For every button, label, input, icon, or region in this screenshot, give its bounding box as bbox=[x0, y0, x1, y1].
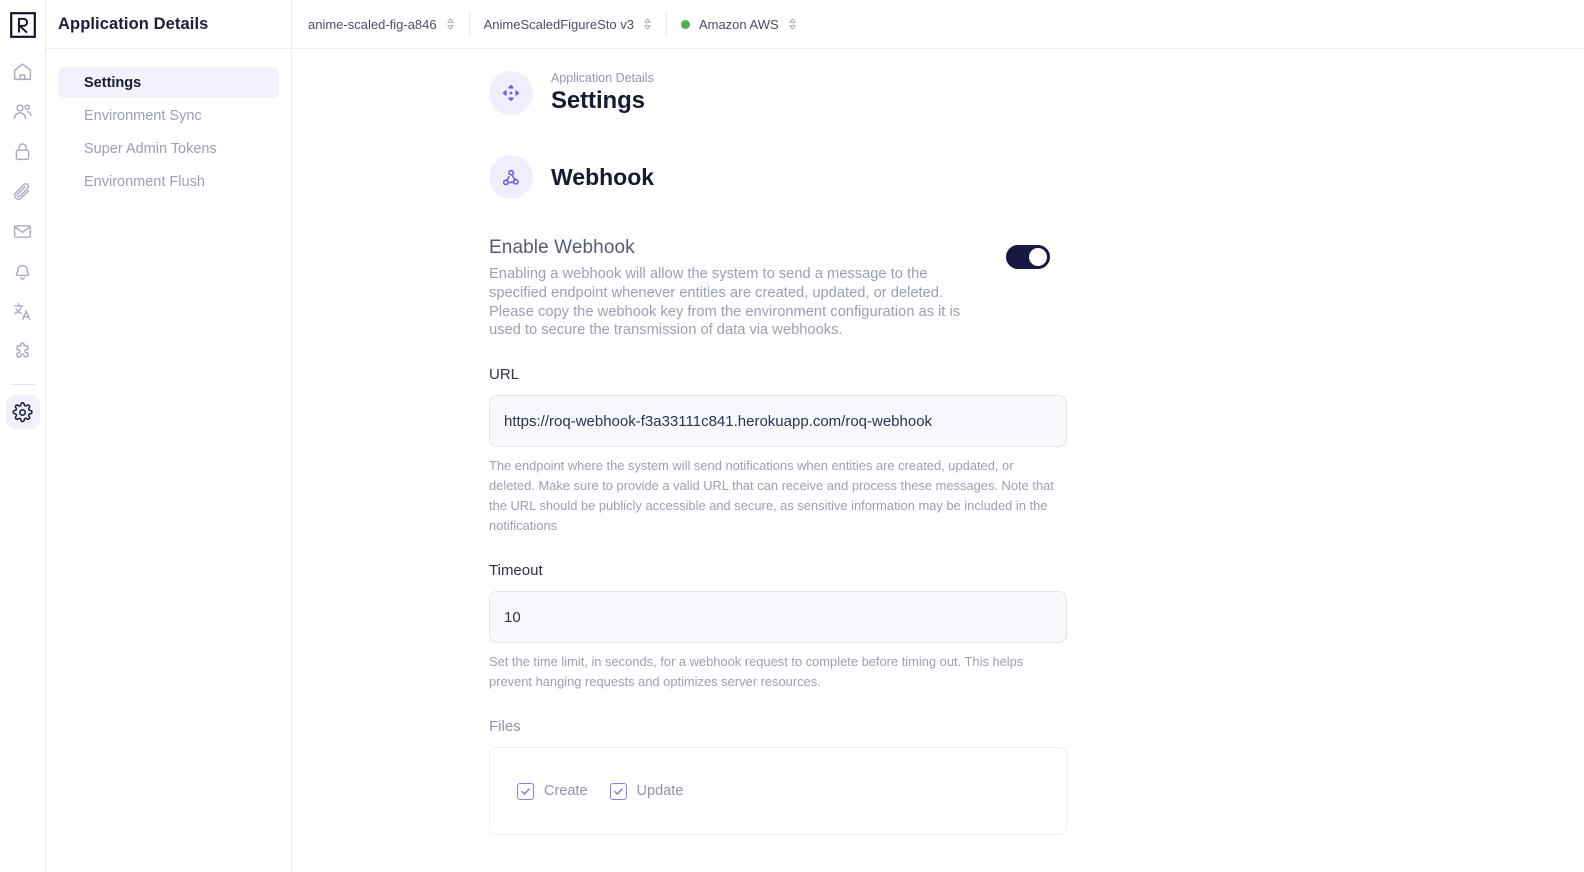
gear-icon[interactable] bbox=[5, 395, 40, 429]
chevron-updown-icon bbox=[446, 18, 454, 30]
sidebar-item-label: Environment Sync bbox=[84, 107, 202, 124]
breadcrumb-app-selector[interactable]: AnimeScaledFigureSto v3 bbox=[484, 11, 666, 37]
enable-webhook-toggle[interactable] bbox=[1006, 245, 1050, 269]
page-title: Application Details bbox=[58, 14, 209, 33]
move-icon bbox=[489, 71, 533, 115]
url-label: URL bbox=[489, 366, 520, 384]
url-help-text: The endpoint where the system will send … bbox=[489, 458, 1054, 534]
files-create-option[interactable]: Create bbox=[517, 782, 588, 800]
files-update-option[interactable]: Update bbox=[609, 782, 684, 800]
webhook-section-title: Webhook bbox=[551, 163, 655, 190]
paperclip-icon[interactable] bbox=[6, 174, 40, 208]
status-dot-icon bbox=[680, 19, 690, 29]
enable-webhook-description: Enabling a webhook will allow the system… bbox=[489, 266, 961, 339]
timeout-input[interactable]: 10 bbox=[489, 591, 1067, 644]
roq-logo[interactable] bbox=[8, 10, 38, 40]
timeout-help-text: Set the time limit, in seconds, for a we… bbox=[489, 654, 1024, 690]
icon-rail bbox=[0, 0, 46, 872]
breadcrumb-divider bbox=[665, 13, 667, 35]
app-root: Application Details Settings Environment… bbox=[0, 0, 1584, 872]
puzzle-icon[interactable] bbox=[6, 334, 40, 368]
chevron-updown-icon bbox=[644, 18, 651, 30]
sidebar-item-label: Settings bbox=[84, 74, 142, 91]
breadcrumb: anime-scaled-fig-a846 AnimeScaledFigureS… bbox=[292, 0, 1584, 49]
users-icon[interactable] bbox=[6, 94, 40, 128]
webhook-section-header: Webhook bbox=[489, 155, 1069, 199]
page-header-text: Application Details Settings bbox=[551, 71, 654, 115]
sidebar: Application Details Settings Environment… bbox=[46, 0, 292, 872]
rail-divider bbox=[9, 384, 36, 385]
sidebar-item-label: Environment Flush bbox=[84, 173, 205, 190]
breadcrumb-project-selector[interactable]: anime-scaled-fig-a846 bbox=[308, 11, 469, 37]
envelope-icon[interactable] bbox=[6, 214, 40, 248]
url-input[interactable]: https://roq-webhook-f3a33111c841.herokua… bbox=[489, 395, 1067, 448]
content-area: Application Details Settings Webhook Ena… bbox=[292, 49, 1584, 836]
enable-webhook-row: Enable Webhook Enabling a webhook will a… bbox=[489, 237, 1069, 340]
page-eyebrow: Application Details bbox=[551, 71, 654, 85]
checkbox-checked-icon[interactable] bbox=[517, 782, 534, 800]
bell-icon[interactable] bbox=[6, 254, 40, 288]
page-header: Application Details Settings bbox=[489, 71, 1069, 115]
enable-webhook-label: Enable Webhook bbox=[489, 237, 635, 258]
breadcrumb-project-label: anime-scaled-fig-a846 bbox=[308, 16, 437, 32]
translate-icon[interactable] bbox=[6, 294, 40, 328]
url-field-group: URL https://roq-webhook-f3a33111c841.her… bbox=[489, 366, 1069, 536]
breadcrumb-environment-selector[interactable]: Amazon AWS bbox=[680, 11, 811, 37]
toggle-knob bbox=[1029, 248, 1047, 266]
sidebar-item-environment-flush[interactable]: Environment Flush bbox=[58, 166, 279, 197]
sidebar-item-settings[interactable]: Settings bbox=[58, 67, 279, 98]
breadcrumb-divider bbox=[468, 13, 470, 35]
home-icon[interactable] bbox=[6, 54, 40, 88]
files-options-box: Create Update bbox=[489, 747, 1067, 836]
lock-icon[interactable] bbox=[6, 134, 40, 168]
chevron-updown-icon bbox=[788, 18, 796, 30]
sidebar-item-super-admin-tokens[interactable]: Super Admin Tokens bbox=[58, 133, 279, 164]
sidebar-header: Application Details bbox=[46, 0, 291, 49]
checkbox-checked-icon[interactable] bbox=[609, 782, 627, 800]
breadcrumb-app-label: AnimeScaledFigureSto v3 bbox=[483, 16, 634, 32]
timeout-field-group: Timeout 10 Set the time limit, in second… bbox=[489, 562, 1069, 692]
sidebar-item-label: Super Admin Tokens bbox=[84, 140, 217, 157]
page-heading: Settings bbox=[551, 87, 645, 114]
files-create-label: Create bbox=[544, 783, 588, 800]
main-content: anime-scaled-fig-a846 AnimeScaledFigureS… bbox=[292, 0, 1584, 872]
webhook-icon bbox=[489, 155, 533, 199]
files-label: Files bbox=[489, 718, 521, 736]
sidebar-nav: Settings Environment Sync Super Admin To… bbox=[46, 49, 291, 197]
timeout-label: Timeout bbox=[489, 562, 543, 580]
sidebar-item-environment-sync[interactable]: Environment Sync bbox=[58, 100, 279, 131]
files-update-label: Update bbox=[636, 783, 684, 800]
files-field-group: Files Create Update bbox=[489, 718, 1069, 836]
breadcrumb-environment-label: Amazon AWS bbox=[698, 16, 779, 32]
enable-webhook-text: Enable Webhook Enabling a webhook will a… bbox=[489, 237, 989, 340]
